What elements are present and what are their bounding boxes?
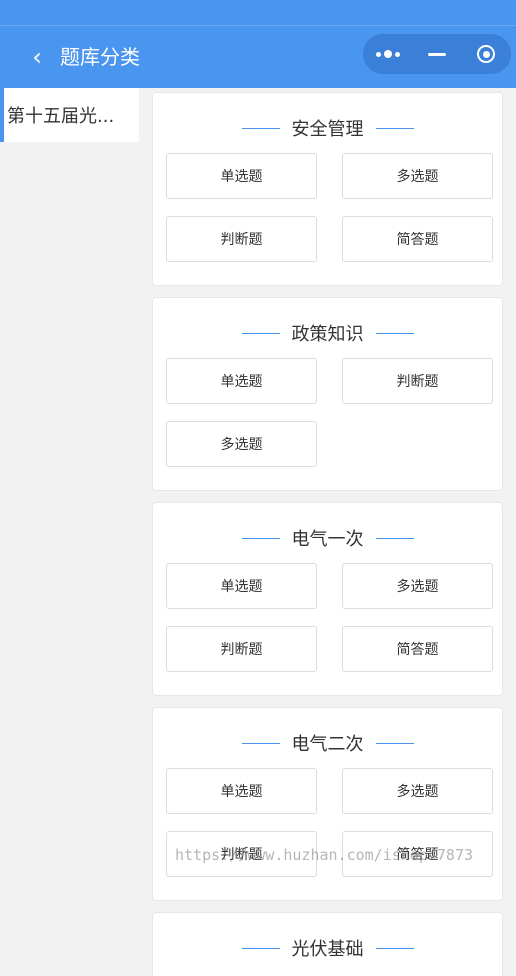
card-title-text: 电气一次 xyxy=(291,529,364,550)
question-type-button[interactable]: 多选题 xyxy=(342,768,493,814)
card-title-text: 政策知识 xyxy=(291,324,364,345)
divider xyxy=(241,537,280,539)
divider xyxy=(375,127,414,129)
category-card: 光伏基础 xyxy=(152,912,503,976)
question-type-button[interactable]: 单选题 xyxy=(166,768,317,814)
question-type-button[interactable]: 判断题 xyxy=(342,358,493,404)
question-type-button[interactable]: 简答题 xyxy=(342,831,493,877)
question-category-list: 安全管理 单选题 多选题 判断题 简答题 政策知识 单选题 判断题 多选题 电气… xyxy=(139,88,516,976)
divider xyxy=(375,947,414,949)
question-type-button[interactable]: 单选题 xyxy=(166,153,317,199)
more-button[interactable] xyxy=(363,34,412,74)
card-title: 电气二次 xyxy=(153,730,502,756)
page-title: 题库分类 xyxy=(60,45,140,69)
navigation-bar: ‹ 题库分类 xyxy=(0,26,516,88)
question-type-button[interactable]: 简答题 xyxy=(342,216,493,262)
sidebar-item-label: 第十五届光... xyxy=(7,106,115,127)
question-type-button[interactable]: 多选题 xyxy=(342,153,493,199)
question-type-button[interactable]: 简答题 xyxy=(342,626,493,672)
divider xyxy=(241,947,280,949)
question-type-button[interactable]: 单选题 xyxy=(166,358,317,404)
back-button[interactable]: ‹ xyxy=(24,40,50,74)
more-dots-icon xyxy=(375,50,400,58)
category-card: 政策知识 单选题 判断题 多选题 xyxy=(152,297,503,491)
divider xyxy=(241,127,280,129)
sidebar-item-selected[interactable]: 第十五届光... xyxy=(0,88,139,142)
category-card: 安全管理 单选题 多选题 判断题 简答题 xyxy=(152,92,503,286)
card-title: 安全管理 xyxy=(153,115,502,141)
card-title: 光伏基础 xyxy=(153,935,502,961)
question-type-button[interactable]: 单选题 xyxy=(166,563,317,609)
card-title-text: 安全管理 xyxy=(291,119,364,140)
question-type-button[interactable]: 多选题 xyxy=(166,421,317,467)
question-type-button[interactable]: 多选题 xyxy=(342,563,493,609)
chevron-left-icon: ‹ xyxy=(32,43,42,71)
divider xyxy=(375,537,414,539)
status-bar xyxy=(0,0,516,26)
divider xyxy=(241,742,280,744)
card-title-text: 光伏基础 xyxy=(291,939,364,960)
minimize-icon xyxy=(427,52,446,56)
card-title: 电气一次 xyxy=(153,525,502,551)
divider xyxy=(375,332,414,334)
divider xyxy=(241,332,280,334)
card-title-text: 电气二次 xyxy=(291,734,364,755)
question-type-button[interactable]: 判断题 xyxy=(166,831,317,877)
question-type-button[interactable]: 判断题 xyxy=(166,216,317,262)
target-icon xyxy=(477,45,496,63)
close-button[interactable] xyxy=(462,34,511,74)
category-card: 电气二次 单选题 多选题 判断题 简答题 xyxy=(152,707,503,901)
question-type-button[interactable]: 判断题 xyxy=(166,626,317,672)
category-card: 电气一次 单选题 多选题 判断题 简答题 xyxy=(152,502,503,696)
category-sidebar: 第十五届光... xyxy=(0,88,139,976)
card-title: 政策知识 xyxy=(153,320,502,346)
mini-program-capsule xyxy=(363,34,511,74)
divider xyxy=(375,742,414,744)
minimize-button[interactable] xyxy=(412,34,461,74)
